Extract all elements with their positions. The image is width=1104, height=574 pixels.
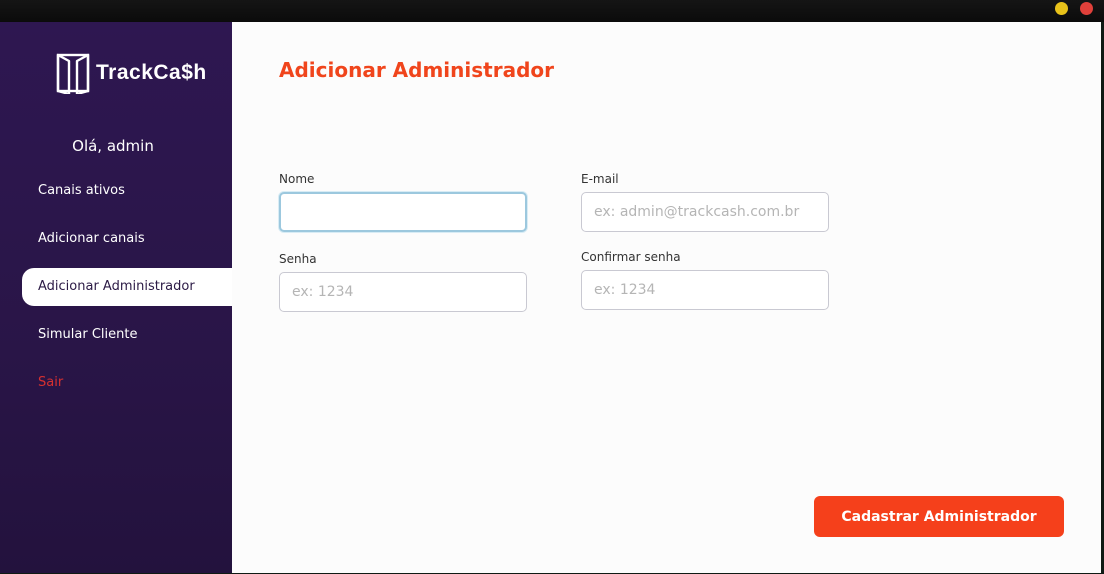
nome-input[interactable] (279, 192, 527, 232)
close-window-button[interactable] (1080, 2, 1093, 15)
sidebar-item-label: Adicionar canais (38, 231, 145, 246)
nome-field-group: Nome (279, 172, 529, 232)
sidebar-item-label: Canais ativos (38, 183, 125, 198)
confirmar-senha-field-group: Confirmar senha (581, 250, 831, 310)
app-logo: TrackCa$h (56, 52, 207, 94)
cadastrar-administrador-button[interactable]: Cadastrar Administrador (814, 496, 1064, 537)
main-content: Adicionar Administrador Nome E-mail Senh… (232, 22, 1101, 573)
sidebar-item-sair[interactable]: Sair (22, 364, 232, 402)
logo-text: TrackCa$h (96, 61, 207, 84)
minimize-button[interactable] (1055, 2, 1068, 15)
user-greeting: Olá, admin (72, 137, 154, 155)
sidebar-item-adicionar-administrador[interactable]: Adicionar Administrador (22, 268, 232, 306)
confirmar-senha-input[interactable] (581, 270, 829, 310)
sidebar-item-adicionar-canais[interactable]: Adicionar canais (22, 220, 232, 258)
trackcash-logo-icon (56, 53, 90, 94)
sidebar-item-simular-cliente[interactable]: Simular Cliente (22, 316, 232, 354)
sidebar-item-label: Adicionar Administrador (38, 279, 195, 294)
sidebar-item-label: Sair (38, 375, 64, 390)
confirmar-senha-label: Confirmar senha (581, 250, 681, 264)
window-titlebar (0, 0, 1104, 22)
app-window: TrackCa$h Olá, admin Canais ativos Adici… (0, 22, 1101, 573)
sidebar: TrackCa$h Olá, admin Canais ativos Adici… (0, 22, 232, 573)
email-field-group: E-mail (581, 172, 831, 232)
nome-label: Nome (279, 172, 315, 186)
sidebar-nav: Canais ativos Adicionar canais Adicionar… (22, 172, 232, 412)
senha-input[interactable] (279, 272, 527, 312)
sidebar-item-label: Simular Cliente (38, 327, 138, 342)
sidebar-item-canais-ativos[interactable]: Canais ativos (22, 172, 232, 210)
page-title: Adicionar Administrador (279, 58, 554, 82)
email-input[interactable] (581, 192, 829, 232)
senha-field-group: Senha (279, 252, 529, 312)
senha-label: Senha (279, 252, 317, 266)
email-label: E-mail (581, 172, 619, 186)
